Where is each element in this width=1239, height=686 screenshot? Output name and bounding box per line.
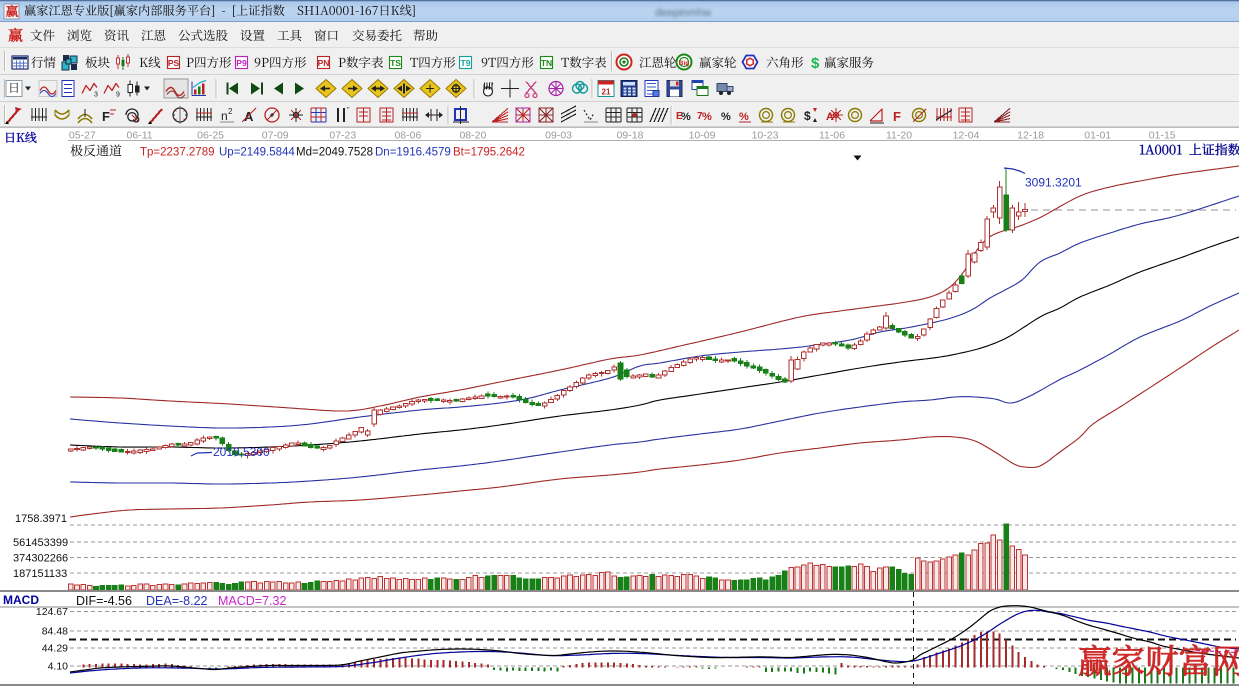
svg-text:%: % bbox=[702, 111, 712, 123]
svg-text:84.48: 84.48 bbox=[42, 626, 68, 638]
svg-text:3091.3201: 3091.3201 bbox=[1025, 176, 1082, 190]
svg-text:F: F bbox=[102, 109, 110, 124]
svg-text:Bt=1795.2642: Bt=1795.2642 bbox=[453, 147, 525, 159]
svg-text:44.29: 44.29 bbox=[42, 643, 68, 655]
svg-text:05-27: 05-27 bbox=[69, 130, 96, 142]
svg-text:2: 2 bbox=[228, 107, 233, 116]
svg-text:Big: Big bbox=[679, 60, 690, 67]
svg-text:T9: T9 bbox=[461, 58, 471, 68]
svg-text:MACD=7.32: MACD=7.32 bbox=[218, 594, 286, 608]
svg-text:9: 9 bbox=[116, 92, 120, 99]
svg-text:561453399: 561453399 bbox=[13, 537, 68, 549]
svg-text:124.67: 124.67 bbox=[36, 606, 68, 618]
svg-text:09-03: 09-03 bbox=[545, 130, 572, 142]
svg-text:11-06: 11-06 bbox=[819, 130, 845, 142]
svg-text:06-11: 06-11 bbox=[127, 130, 153, 142]
svg-text:10-09: 10-09 bbox=[689, 130, 716, 142]
svg-text:12-04: 12-04 bbox=[953, 130, 980, 142]
svg-text:06-25: 06-25 bbox=[197, 130, 224, 142]
svg-text:DIF=-4.56: DIF=-4.56 bbox=[76, 594, 132, 608]
svg-text:2010.5300: 2010.5300 bbox=[213, 445, 270, 459]
svg-text:07-23: 07-23 bbox=[329, 130, 356, 142]
svg-text:Tp=2237.2789: Tp=2237.2789 bbox=[140, 147, 215, 159]
svg-text:%: % bbox=[721, 111, 731, 123]
svg-text:Up=2149.5844: Up=2149.5844 bbox=[219, 147, 295, 159]
svg-text:3: 3 bbox=[94, 92, 98, 99]
svg-text:Dn=1916.4579: Dn=1916.4579 bbox=[375, 147, 451, 159]
svg-text:187151133: 187151133 bbox=[13, 568, 67, 580]
svg-text:09-18: 09-18 bbox=[617, 130, 644, 142]
svg-text:01-15: 01-15 bbox=[1149, 130, 1176, 142]
svg-text:TN: TN bbox=[541, 58, 552, 68]
svg-text:%: % bbox=[681, 111, 691, 123]
svg-text:$: $ bbox=[811, 55, 820, 72]
svg-text:DEA=-8.22: DEA=-8.22 bbox=[146, 594, 208, 608]
svg-text:%: % bbox=[739, 111, 749, 123]
svg-text:10-23: 10-23 bbox=[752, 130, 779, 142]
svg-text:PS: PS bbox=[168, 58, 180, 68]
svg-text:$: $ bbox=[804, 109, 811, 123]
svg-text:n: n bbox=[221, 109, 228, 123]
svg-text:A: A bbox=[826, 111, 834, 123]
svg-text:1758.3971: 1758.3971 bbox=[15, 513, 67, 525]
svg-text:12-18: 12-18 bbox=[1017, 130, 1044, 142]
svg-text:08-06: 08-06 bbox=[394, 130, 421, 142]
svg-text:4.10: 4.10 bbox=[48, 661, 69, 673]
svg-text:MACD: MACD bbox=[3, 593, 39, 607]
svg-text:deepinmhw: deepinmhw bbox=[655, 7, 711, 19]
svg-text:F: F bbox=[893, 109, 901, 124]
svg-text:PN: PN bbox=[318, 58, 330, 68]
svg-text:374302266: 374302266 bbox=[13, 553, 68, 565]
svg-text:01-01: 01-01 bbox=[1084, 130, 1111, 142]
svg-text:07-09: 07-09 bbox=[262, 130, 289, 142]
svg-text:TS: TS bbox=[390, 58, 401, 68]
svg-text:11-20: 11-20 bbox=[886, 130, 912, 142]
svg-text:Md=2049.7528: Md=2049.7528 bbox=[296, 147, 373, 159]
svg-text:21: 21 bbox=[602, 88, 611, 97]
svg-text:P9: P9 bbox=[236, 58, 247, 68]
svg-text:08-20: 08-20 bbox=[459, 130, 486, 142]
